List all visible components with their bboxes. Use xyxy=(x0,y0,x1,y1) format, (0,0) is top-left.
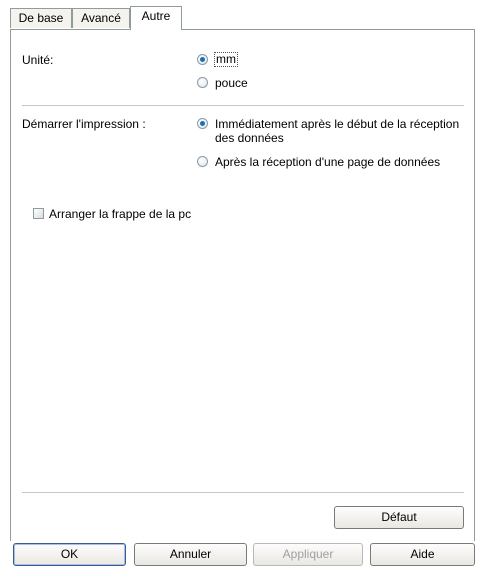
arrange-checkbox-label: Arranger la frappe de la pc xyxy=(49,207,192,221)
tab-label: Avancé xyxy=(81,11,121,25)
separator xyxy=(22,492,464,493)
apply-button[interactable]: Appliquer xyxy=(253,543,363,566)
unit-label: Unité: xyxy=(22,53,54,67)
help-button-label: Aide xyxy=(410,547,435,561)
tab-autre[interactable]: Autre xyxy=(130,6,182,30)
help-button[interactable]: Aide xyxy=(370,543,475,566)
start-print-option-after-page-label: Après la réception d'une page de données xyxy=(215,155,441,169)
ok-button-label: OK xyxy=(60,547,79,561)
radio-checked-icon[interactable] xyxy=(197,54,208,65)
start-print-option-immediate-line2: des données xyxy=(215,131,284,145)
unit-option-mm-label: mm xyxy=(214,52,238,67)
unit-option-pouce-label: pouce xyxy=(215,76,248,90)
unit-option-pouce[interactable]: pouce xyxy=(197,75,277,91)
cancel-button[interactable]: Annuler xyxy=(134,543,247,566)
arrange-checkbox-row[interactable]: Arranger la frappe de la pc xyxy=(33,206,233,222)
tab-label: Autre xyxy=(141,9,171,23)
start-print-option-immediate[interactable]: Immédiatement après le début de la récep… xyxy=(197,116,467,148)
ok-button[interactable]: OK xyxy=(13,543,126,566)
apply-button-label: Appliquer xyxy=(282,547,334,561)
start-print-label: Démarrer l'impression : xyxy=(22,117,146,131)
start-print-option-immediate-line1: Immédiatement après le début de la récep… xyxy=(215,117,460,131)
radio-unchecked-icon[interactable] xyxy=(197,156,208,167)
tab-panel: Unité: mm pouce Démarrer l'impression : … xyxy=(10,29,475,541)
default-button-label: Défaut xyxy=(381,510,417,524)
default-button[interactable]: Défaut xyxy=(334,506,464,529)
tab-label: De base xyxy=(18,11,64,25)
separator xyxy=(22,105,464,106)
tab-de-base[interactable]: De base xyxy=(10,8,72,28)
unit-option-mm[interactable]: mm xyxy=(197,52,277,68)
radio-unchecked-icon[interactable] xyxy=(197,77,208,88)
checkbox-icon[interactable] xyxy=(33,208,44,219)
start-print-option-after-page[interactable]: Après la réception d'une page de données xyxy=(197,154,467,170)
cancel-button-label: Annuler xyxy=(169,547,212,561)
radio-checked-icon[interactable] xyxy=(197,118,208,129)
tab-avance[interactable]: Avancé xyxy=(72,8,130,28)
